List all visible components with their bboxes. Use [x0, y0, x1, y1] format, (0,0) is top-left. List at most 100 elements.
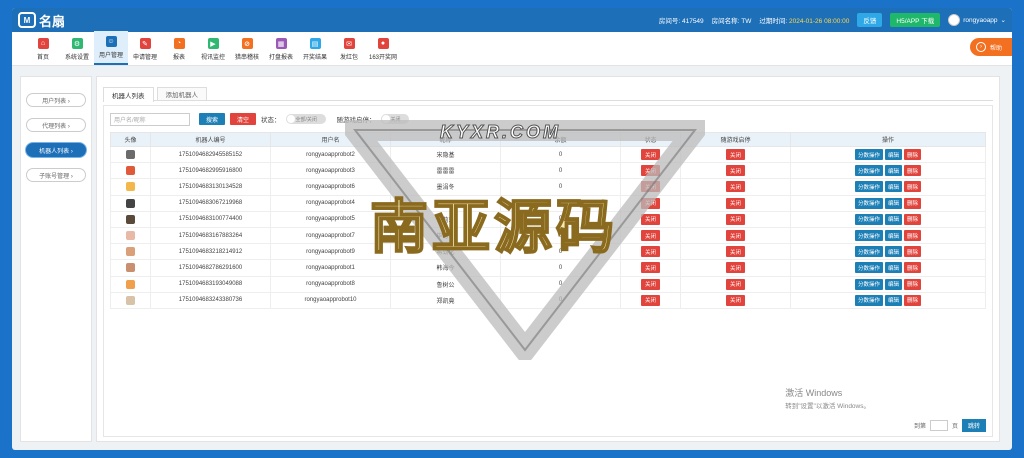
delete-button[interactable]: 删除 — [904, 213, 922, 225]
balance: 0 — [500, 145, 621, 164]
sidebar-item-sub-account[interactable]: 子账号管理 › — [26, 168, 86, 182]
robot-id: 1751094683218214912 — [150, 243, 271, 261]
edit-button[interactable]: 编辑 — [884, 230, 902, 242]
delete-button[interactable]: 删除 — [904, 149, 922, 161]
nav-item-7[interactable]: ▦ 打盘报表 — [264, 31, 298, 65]
status-toggle-button[interactable]: 关闭 — [640, 197, 660, 209]
clear-button[interactable]: 清空 — [230, 113, 257, 125]
windows-activation-watermark: 激活 Windows 转到"设置"以激活 Windows。 — [785, 388, 870, 410]
jump-button[interactable]: 跳转 — [961, 419, 986, 432]
edit-button[interactable]: 编辑 — [884, 165, 902, 177]
avatar — [126, 214, 135, 224]
edit-button[interactable]: 编辑 — [884, 294, 902, 306]
delete-button[interactable]: 删除 — [904, 262, 922, 274]
delete-button[interactable]: 删除 — [904, 197, 922, 209]
search-button[interactable]: 搜索 — [199, 113, 226, 125]
score-button[interactable]: 分数操作 — [854, 197, 883, 209]
h5-download-button[interactable]: H5/APP 下载 — [890, 13, 941, 27]
nav-item-3[interactable]: ✎ 申请管理 — [128, 31, 162, 65]
username: rongyaoapprobot3 — [270, 162, 391, 180]
nickname: 雷雷雷 — [390, 162, 501, 180]
edit-button[interactable]: 编辑 — [884, 262, 902, 274]
arrow-right-icon: › — [975, 42, 986, 52]
feedback-button[interactable]: 反馈 — [857, 13, 883, 27]
follow-toggle-button[interactable]: 关闭 — [725, 246, 745, 258]
nav-item-8[interactable]: ▤ 开奖结果 — [298, 31, 332, 65]
follow-toggle-button[interactable]: 关闭 — [725, 213, 745, 225]
sidebar-item-agent-list[interactable]: 代理列表 › — [26, 118, 86, 132]
status-label: 状态： — [261, 117, 281, 124]
nav-item-0[interactable]: ⌂ 首页 — [26, 31, 60, 65]
search-input[interactable]: 用户名/昵称 — [110, 112, 190, 126]
status-toggle-button[interactable]: 关闭 — [640, 294, 660, 306]
nav-item-4[interactable]: ◔ 报表 — [162, 31, 196, 65]
nav-item-1[interactable]: ⚙ 系统设置 — [60, 31, 94, 65]
score-button[interactable]: 分数操作 — [854, 246, 883, 258]
edit-button[interactable]: 编辑 — [884, 181, 902, 193]
status-toggle-button[interactable]: 关闭 — [640, 213, 660, 225]
score-button[interactable]: 分数操作 — [854, 165, 883, 177]
nav-label: 首页 — [36, 55, 49, 61]
status-toggle-button[interactable]: 关闭 — [640, 165, 660, 177]
follow-toggle-button[interactable]: 关闭 — [725, 278, 745, 290]
delete-button[interactable]: 删除 — [904, 165, 922, 177]
nav-label: 视讯监控 — [200, 55, 225, 61]
nav-item-9[interactable]: ✉ 发红包 — [332, 31, 366, 65]
sidebar-item-user-list[interactable]: 用户列表 › — [26, 93, 86, 107]
follow-toggle-button[interactable]: 关闭 — [725, 149, 745, 161]
score-button[interactable]: 分数操作 — [854, 230, 883, 242]
status-toggle-button[interactable]: 关闭 — [640, 246, 660, 258]
nav-label: 用户管理 — [98, 53, 123, 59]
follow-toggle-button[interactable]: 关闭 — [725, 197, 745, 209]
edit-button[interactable]: 编辑 — [884, 149, 902, 161]
delete-button[interactable]: 删除 — [904, 278, 922, 290]
score-button[interactable]: 分数操作 — [854, 149, 883, 161]
score-button[interactable]: 分数操作 — [854, 213, 883, 225]
delete-button[interactable]: 删除 — [904, 230, 922, 242]
room-name: 房间名称: TW — [711, 18, 752, 25]
robot-id: 1751094683193049088 — [150, 275, 271, 293]
nav-item-10[interactable]: ● 163开奖网 — [366, 31, 400, 65]
status-toggle[interactable]: 全部/关闭 — [285, 114, 326, 124]
delete-button[interactable]: 删除 — [904, 181, 922, 193]
status-toggle-button[interactable]: 关闭 — [640, 262, 660, 274]
page-input[interactable] — [929, 420, 948, 431]
score-button[interactable]: 分数操作 — [854, 181, 883, 193]
follow-toggle-button[interactable]: 关闭 — [725, 181, 745, 193]
edit-button[interactable]: 编辑 — [884, 197, 902, 209]
score-button[interactable]: 分数操作 — [854, 294, 883, 306]
nav-label: 发红包 — [339, 55, 358, 61]
follow-toggle-button[interactable]: 关闭 — [725, 294, 745, 306]
sidebar-item-robot-list[interactable]: 机器人列表 › — [26, 143, 86, 157]
delete-button[interactable]: 删除 — [904, 294, 922, 306]
status-toggle-button[interactable]: 关闭 — [640, 278, 660, 290]
tab-add-robot[interactable]: 添加机器人 — [156, 87, 207, 100]
nav-label: 163开奖网 — [368, 55, 397, 61]
edit-button[interactable]: 编辑 — [884, 213, 902, 225]
robot-id: 1751094683130134528 — [150, 178, 271, 196]
nav-item-2[interactable]: ☺ 用户管理 — [94, 31, 128, 65]
delete-button[interactable]: 删除 — [904, 246, 922, 258]
column-header: 操作 — [790, 132, 986, 147]
status-toggle-button[interactable]: 关闭 — [640, 149, 660, 161]
help-button[interactable]: › 帮助 — [969, 38, 1012, 56]
score-button[interactable]: 分数操作 — [854, 278, 883, 290]
username: rongyaoapprobot2 — [270, 145, 391, 164]
follow-toggle-button[interactable]: 关闭 — [725, 262, 745, 274]
nav-icon: ● — [377, 38, 389, 49]
status-toggle-button[interactable]: 关闭 — [640, 181, 660, 193]
edit-button[interactable]: 编辑 — [884, 278, 902, 290]
user-menu[interactable]: rongyaoapp ⌄ — [948, 14, 1006, 26]
status-toggle-button[interactable]: 关闭 — [640, 230, 660, 242]
app-logo[interactable]: M 名扇 — [18, 11, 65, 30]
tab-robot-list[interactable]: 机器人列表 — [103, 87, 154, 102]
nav-item-6[interactable]: ⊘ 猎串稽核 — [230, 31, 264, 65]
robot-id: 1751094683100774400 — [150, 210, 271, 228]
follow-toggle[interactable]: 关闭 — [380, 114, 409, 124]
follow-toggle-button[interactable]: 关闭 — [725, 165, 745, 177]
table-row: 1751094683193049088 rongyaoapprobot8 鲁树公 0 关… — [110, 275, 986, 293]
nav-item-5[interactable]: ▶ 视讯监控 — [196, 31, 230, 65]
follow-toggle-button[interactable]: 关闭 — [725, 230, 745, 242]
edit-button[interactable]: 编辑 — [884, 246, 902, 258]
score-button[interactable]: 分数操作 — [854, 262, 883, 274]
